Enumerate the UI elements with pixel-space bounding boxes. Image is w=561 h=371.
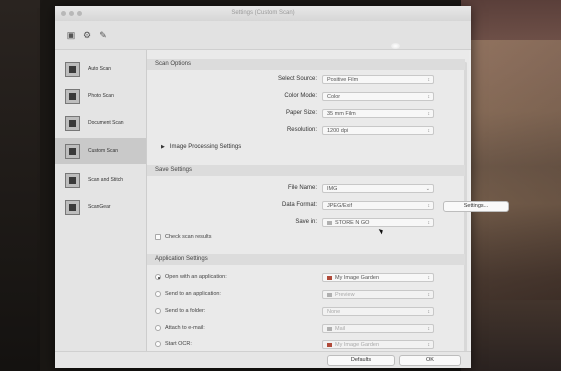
resolution-dropdown[interactable]: 1200 dpi ↕ — [322, 126, 434, 135]
document-scan-icon — [65, 115, 80, 131]
settings-window: Settings (Custom Scan) ▣ ⚙ ✎ Auto Scan P… — [55, 6, 509, 368]
chevron-updown-icon: ↕ — [427, 342, 431, 348]
my-image-garden-icon — [327, 342, 332, 347]
my-image-garden-icon — [327, 275, 332, 280]
drive-icon — [327, 220, 332, 225]
send-to-app-dropdown[interactable]: Preview ↕ — [322, 290, 434, 299]
chevron-updown-icon: ↕ — [427, 94, 431, 100]
sidebar: Auto Scan Photo Scan Document Scan Custo… — [55, 50, 147, 368]
general-settings-icon[interactable]: ⚙ — [81, 29, 93, 41]
start-ocr-radio[interactable] — [155, 341, 161, 347]
chevron-updown-icon: ↕ — [427, 326, 431, 332]
sidebar-item-label: Photo Scan — [88, 93, 114, 99]
paper-size-label: Paper Size: — [285, 110, 317, 116]
image-processing-toggle[interactable]: ▶ Image Processing Settings — [161, 144, 241, 150]
screen-glare — [391, 43, 400, 49]
select-source-label: Select Source: — [277, 76, 317, 82]
chevron-updown-icon: ↕ — [427, 292, 431, 298]
scangear-icon — [65, 199, 80, 215]
file-name-label: File Name: — [287, 185, 317, 191]
custom-scan-icon — [65, 143, 80, 159]
sidebar-item-custom-scan[interactable]: Custom Scan — [55, 138, 146, 164]
chevron-updown-icon: ↕ — [427, 275, 431, 281]
photo-scan-icon — [65, 88, 80, 104]
save-in-label: Save in: — [295, 219, 317, 225]
save-settings-header: Save Settings — [147, 165, 465, 176]
open-with-app-dropdown[interactable]: My Image Garden ↕ — [322, 273, 434, 282]
send-to-folder-dropdown[interactable]: None ↕ — [322, 307, 434, 316]
send-to-folder-radio[interactable] — [155, 308, 161, 314]
start-ocr-label: Start OCR: — [165, 341, 192, 347]
sidebar-item-scan-and-stitch[interactable]: Scan and Stitch — [55, 167, 146, 193]
defaults-button[interactable]: Defaults — [327, 355, 395, 366]
sidebar-item-label: Custom Scan — [88, 148, 119, 154]
settings-content: Scan Options Select Source: Positive Fil… — [147, 50, 509, 368]
sidebar-item-auto-scan[interactable]: Auto Scan — [55, 56, 146, 82]
scrollbar[interactable] — [464, 62, 467, 362]
check-scan-results-label: Check scan results — [165, 234, 212, 240]
scan-options-header: Scan Options — [147, 59, 465, 70]
tools-icon[interactable]: ✎ — [97, 29, 109, 41]
chevron-down-icon: ⌄ — [425, 186, 430, 192]
attach-email-dropdown[interactable]: Mail ↕ — [322, 324, 434, 333]
send-to-app-label: Send to an application: — [165, 291, 221, 297]
sidebar-item-label: Document Scan — [88, 120, 124, 126]
scan-settings-icon[interactable]: ▣ — [65, 29, 77, 41]
save-in-dropdown[interactable]: STORE N GO ↕ — [322, 218, 434, 227]
file-name-input[interactable]: IMG ⌄ — [322, 184, 434, 193]
sidebar-item-label: Scan and Stitch — [88, 177, 124, 183]
chevron-updown-icon: ↕ — [427, 111, 431, 117]
chevron-updown-icon: ↕ — [427, 309, 431, 315]
sidebar-item-photo-scan[interactable]: Photo Scan — [55, 83, 146, 109]
sidebar-item-scangear[interactable]: ScanGear — [55, 194, 146, 220]
window-title: Settings (Custom Scan) — [231, 10, 295, 16]
format-settings-button[interactable]: Settings... — [443, 201, 509, 212]
title-bar: Settings (Custom Scan) — [55, 6, 471, 21]
data-format-dropdown[interactable]: JPEG/Exif ↕ — [322, 201, 434, 210]
select-source-dropdown[interactable]: Positive Film ↕ — [322, 75, 434, 84]
attach-email-radio[interactable] — [155, 325, 161, 331]
send-to-app-radio[interactable] — [155, 291, 161, 297]
chevron-updown-icon: ↕ — [427, 203, 431, 209]
paper-size-dropdown[interactable]: 35 mm Film ↕ — [322, 109, 434, 118]
disclosure-triangle-icon: ▶ — [161, 144, 165, 150]
toolbar: ▣ ⚙ ✎ — [55, 21, 471, 50]
desktop-background-left — [0, 0, 40, 371]
sidebar-item-label: ScanGear — [88, 204, 111, 210]
open-with-app-radio[interactable] — [155, 274, 161, 280]
chevron-updown-icon: ↕ — [427, 128, 431, 134]
ok-button[interactable]: OK — [399, 355, 461, 366]
chevron-updown-icon: ↕ — [427, 220, 431, 226]
resolution-label: Resolution: — [286, 127, 317, 133]
preview-icon — [327, 292, 332, 297]
auto-scan-icon — [65, 61, 80, 77]
start-ocr-dropdown[interactable]: My Image Garden ↕ — [322, 340, 434, 349]
application-settings-header: Application Settings — [147, 254, 465, 265]
open-with-app-label: Open with an application: — [165, 274, 227, 280]
wallpaper-mountain — [466, 40, 561, 300]
sidebar-item-document-scan[interactable]: Document Scan — [55, 110, 146, 136]
send-to-folder-label: Send to a folder: — [165, 308, 206, 314]
scan-stitch-icon — [65, 172, 80, 188]
mail-icon — [327, 326, 332, 331]
data-format-label: Data Format: — [281, 202, 317, 208]
sidebar-item-label: Auto Scan — [88, 66, 112, 72]
color-mode-dropdown[interactable]: Color ↕ — [322, 92, 434, 101]
attach-email-label: Attach to e-mail: — [165, 325, 205, 331]
chevron-updown-icon: ↕ — [427, 77, 431, 83]
color-mode-label: Color Mode: — [284, 93, 317, 99]
check-scan-results-checkbox[interactable] — [155, 234, 161, 240]
dialog-footer: Defaults OK — [55, 351, 471, 368]
